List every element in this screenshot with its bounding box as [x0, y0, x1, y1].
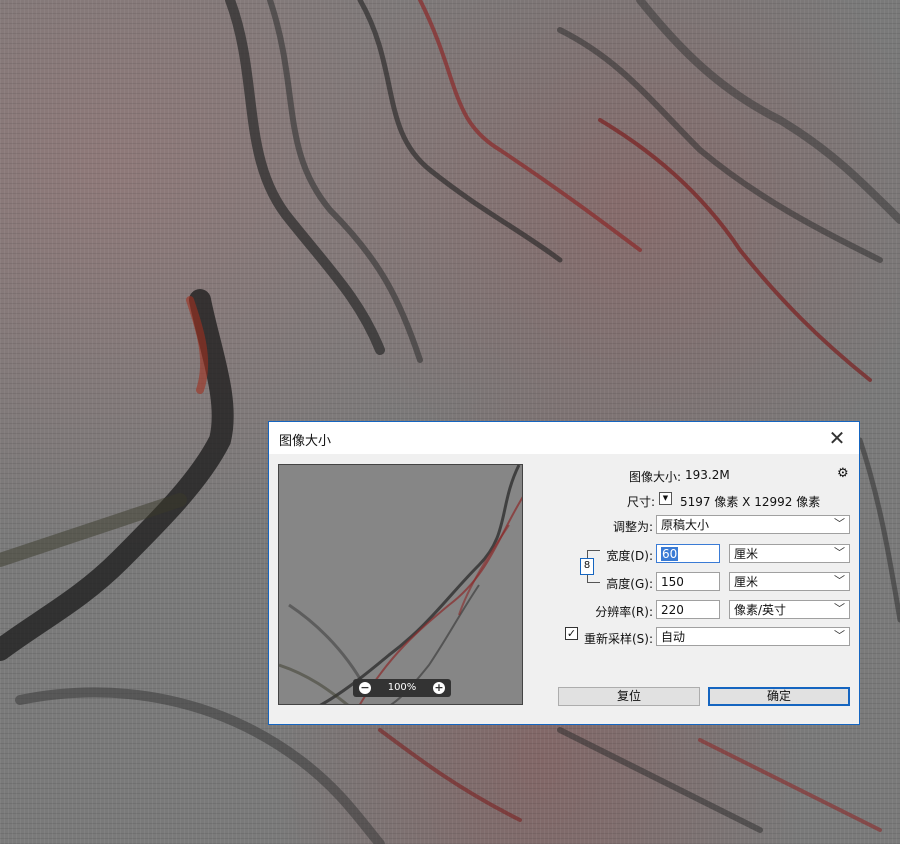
dimensions-value: 5197 像素 X 12992 像素 [680, 495, 821, 509]
width-unit-select[interactable]: 厘米 ﹀ [729, 544, 850, 563]
image-size-dialog: 图像大小 ✕ − 100% + 图像大小: 193.2M ⚙ 尺寸: ▼ 519… [268, 421, 860, 725]
image-size-value: 193.2M [685, 468, 730, 482]
resolution-label: 分辨率(R): [595, 605, 653, 619]
resolution-input[interactable]: 220 [656, 600, 720, 619]
width-input[interactable]: 60 [656, 544, 720, 563]
reset-button[interactable]: 复位 [558, 687, 700, 706]
height-unit-select[interactable]: 厘米 ﹀ [729, 572, 850, 591]
chevron-down-icon: ﹀ [834, 629, 845, 642]
ok-button[interactable]: 确定 [708, 687, 850, 706]
width-value: 60 [661, 547, 679, 561]
resolution-unit-value: 像素/英寸 [734, 603, 787, 617]
image-size-label: 图像大小: [628, 470, 681, 484]
dimensions-label: 尺寸: [626, 495, 655, 509]
chevron-down-icon: ﹀ [834, 517, 845, 530]
height-label: 高度(G): [606, 577, 653, 591]
dimensions-unit-dropdown-icon[interactable]: ▼ [659, 492, 672, 505]
resolution-value: 220 [661, 603, 684, 617]
chevron-down-icon: ﹀ [834, 546, 845, 559]
fit-to-value: 原稿大小 [661, 518, 710, 532]
chevron-down-icon: ﹀ [834, 574, 845, 587]
dialog-title: 图像大小 [279, 434, 332, 449]
resample-value: 自动 [661, 630, 686, 644]
resolution-unit-select[interactable]: 像素/英寸 ﹀ [729, 600, 850, 619]
zoom-in-icon[interactable]: + [433, 682, 445, 694]
image-preview[interactable]: − 100% + [278, 464, 523, 705]
fit-to-label: 调整为: [612, 520, 653, 534]
height-input[interactable]: 150 [656, 572, 720, 591]
width-label: 宽度(D): [606, 549, 653, 563]
chevron-down-icon: ﹀ [834, 602, 845, 615]
width-unit-value: 厘米 [734, 547, 759, 561]
preview-zoom-bar: − 100% + [353, 679, 451, 697]
dialog-titlebar: 图像大小 ✕ [269, 422, 859, 454]
resample-select[interactable]: 自动 ﹀ [656, 627, 850, 646]
resample-label: 重新采样(S): [583, 632, 653, 646]
close-icon[interactable]: ✕ [823, 424, 851, 452]
fit-to-select[interactable]: 原稿大小 ﹀ [656, 515, 850, 534]
height-unit-value: 厘米 [734, 575, 759, 589]
height-value: 150 [661, 575, 684, 589]
gear-icon[interactable]: ⚙ [837, 466, 849, 481]
